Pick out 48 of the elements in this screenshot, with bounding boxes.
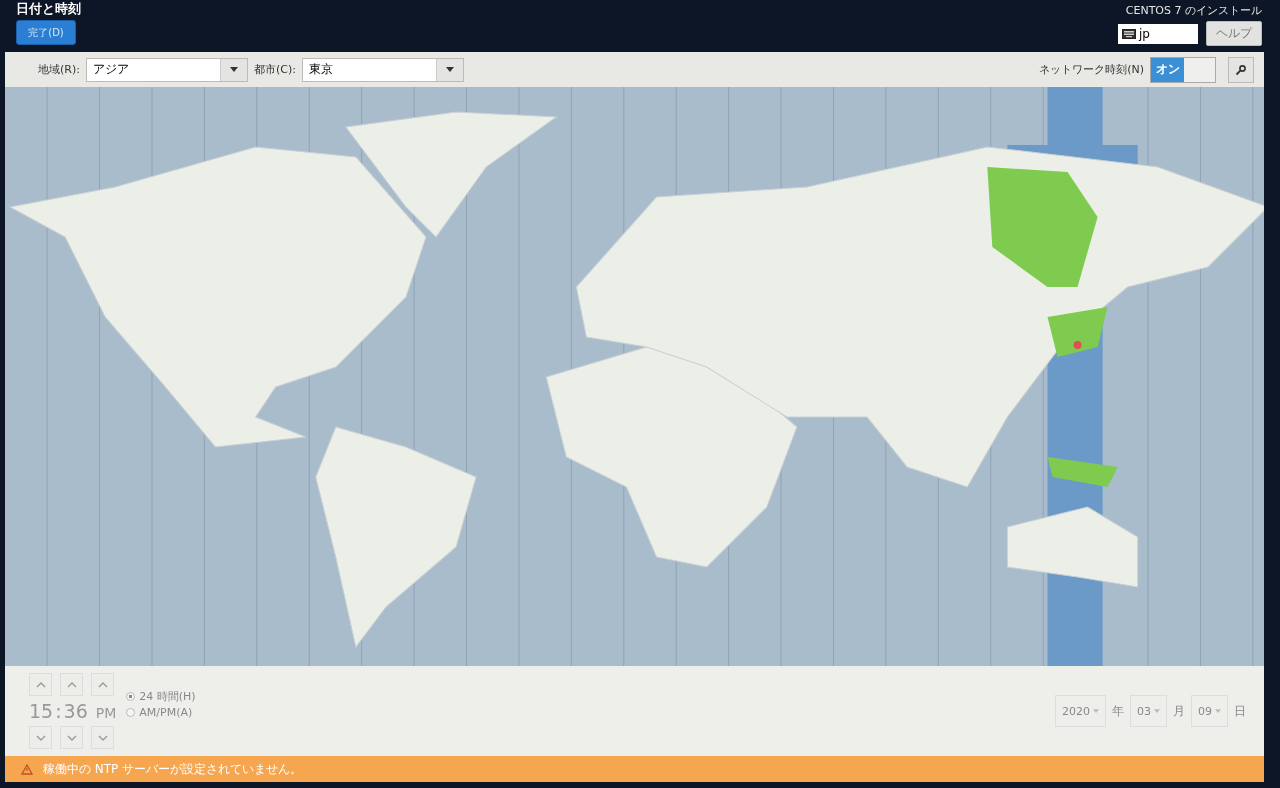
dropdown-arrow-icon <box>1154 709 1160 713</box>
dropdown-arrow-icon <box>229 67 238 72</box>
chevron-down-icon <box>97 734 108 741</box>
time-separator: : <box>55 700 62 722</box>
network-time-switch[interactable]: オン <box>1150 56 1216 83</box>
network-time-label: ネットワーク時刻(N) <box>1039 62 1144 77</box>
minute-down-button[interactable] <box>60 726 83 749</box>
period-up-button[interactable] <box>91 673 114 696</box>
day-dropdown[interactable]: 09 <box>1191 695 1228 727</box>
month-unit: 月 <box>1173 702 1185 720</box>
ntp-settings-button[interactable] <box>1228 56 1254 83</box>
hour-up-button[interactable] <box>29 673 52 696</box>
month-dropdown[interactable]: 03 <box>1130 695 1167 727</box>
help-button[interactable]: ヘルプ <box>1206 21 1262 46</box>
region-label: 地域(R): <box>38 62 80 77</box>
keyboard-layout-indicator[interactable]: jp <box>1118 23 1198 44</box>
chevron-down-icon <box>35 734 46 741</box>
radio-button[interactable] <box>126 692 136 701</box>
period-value: PM <box>95 705 117 721</box>
chevron-up-icon <box>66 681 77 688</box>
day-unit: 日 <box>1234 702 1246 720</box>
settings-icon <box>1235 63 1247 76</box>
time-format-label: 24 時間(H) <box>139 689 196 704</box>
minute-up-button[interactable] <box>60 673 83 696</box>
time-format-label: AM/PM(A) <box>139 706 193 719</box>
product-title: CENTOS 7 のインストール <box>1125 3 1262 18</box>
chevron-up-icon <box>97 681 108 688</box>
region-dropdown[interactable]: アジア <box>85 57 248 82</box>
year-unit: 年 <box>1112 702 1124 720</box>
minute-value: 36 <box>63 700 88 722</box>
keyboard-layout-label: jp <box>1139 26 1150 41</box>
year-dropdown[interactable]: 2020 <box>1055 695 1106 727</box>
dropdown-arrow-icon <box>1215 709 1221 713</box>
hour-down-button[interactable] <box>29 726 52 749</box>
warning-message: 稼働中の NTP サーバーが設定されていません。 <box>43 760 303 778</box>
dropdown-arrow-icon <box>1093 709 1099 713</box>
warning-icon <box>21 763 33 775</box>
page-title: 日付と時刻 <box>16 0 81 18</box>
chevron-down-icon <box>66 734 77 741</box>
keyboard-icon <box>1122 28 1136 39</box>
dropdown-arrow-icon <box>445 67 454 72</box>
radio-button[interactable] <box>126 708 136 717</box>
chevron-up-icon <box>35 681 46 688</box>
city-label: 都市(C): <box>253 62 296 77</box>
done-button[interactable]: 完了(D) <box>16 20 76 45</box>
hour-value: 15 <box>29 700 54 722</box>
period-down-button[interactable] <box>91 726 114 749</box>
city-dropdown[interactable]: 東京 <box>301 57 464 82</box>
